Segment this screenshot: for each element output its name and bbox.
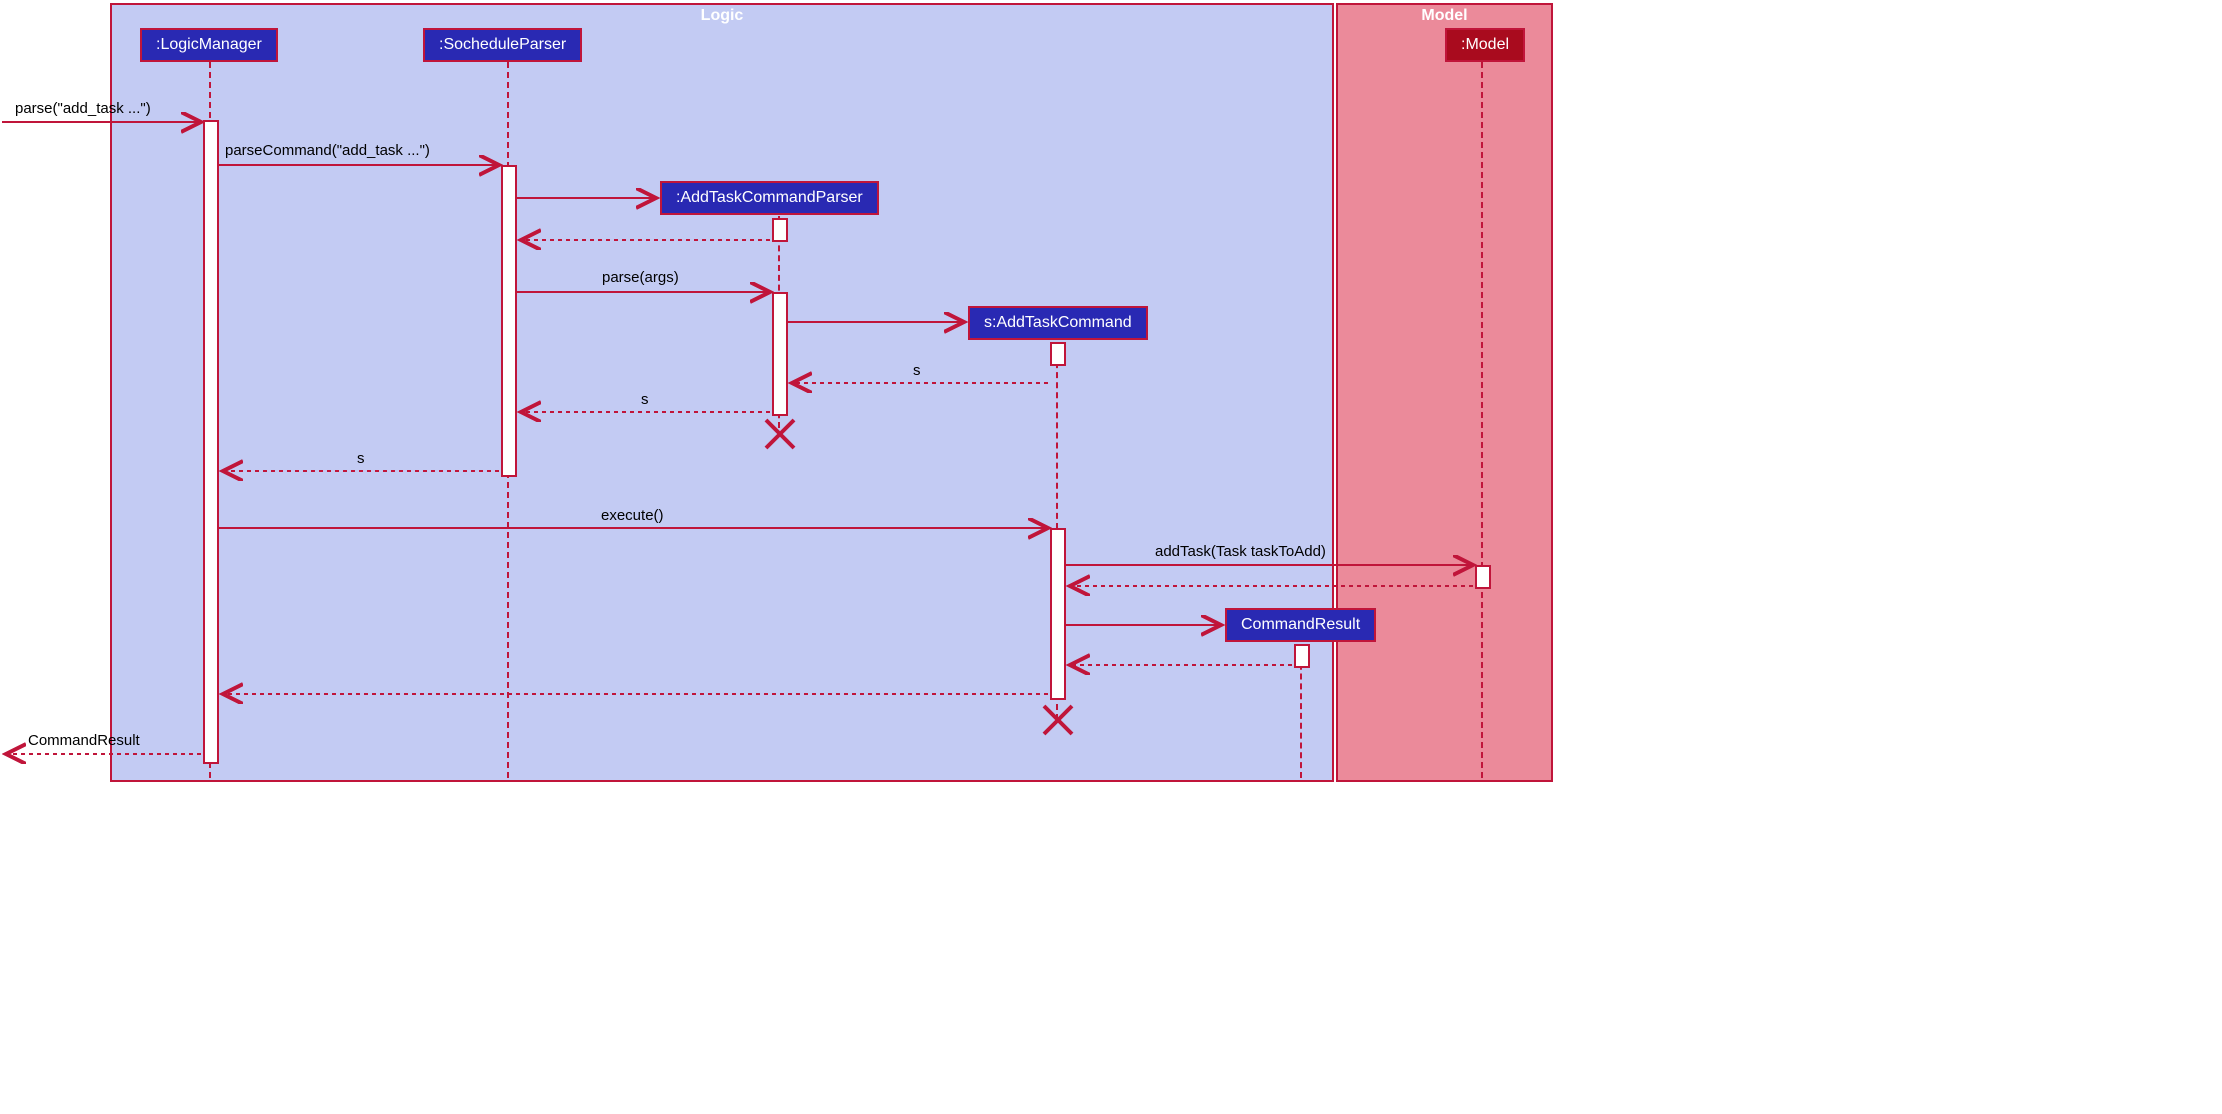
activation-add-task-command-create bbox=[1050, 342, 1066, 366]
msg-return-s1: s bbox=[913, 362, 921, 379]
frame-logic: Logic bbox=[110, 3, 1334, 782]
participant-logic-manager: :LogicManager bbox=[140, 28, 278, 62]
participant-sochedule-parser: :SocheduleParser bbox=[423, 28, 582, 62]
participant-model: :Model bbox=[1445, 28, 1525, 62]
activation-add-task-parser-parse bbox=[772, 292, 788, 416]
frame-model: Model bbox=[1336, 3, 1553, 782]
activation-add-task-command-execute bbox=[1050, 528, 1066, 700]
msg-add-task: addTask(Task taskToAdd) bbox=[1155, 543, 1326, 560]
msg-parse-command: parseCommand("add_task ...") bbox=[225, 142, 430, 159]
lifeline-model bbox=[1481, 62, 1483, 778]
frame-model-label: Model bbox=[1421, 5, 1467, 25]
frame-logic-label: Logic bbox=[701, 5, 744, 25]
activation-add-task-parser-create bbox=[772, 218, 788, 242]
msg-execute: execute() bbox=[601, 507, 664, 524]
activation-command-result bbox=[1294, 644, 1310, 668]
msg-parse-args: parse(args) bbox=[602, 269, 679, 286]
participant-add-task-command-parser: :AddTaskCommandParser bbox=[660, 181, 879, 215]
activation-logic-manager bbox=[203, 120, 219, 764]
activation-model bbox=[1475, 565, 1491, 589]
msg-return-s2: s bbox=[641, 391, 649, 408]
activation-sochedule-parser bbox=[501, 165, 517, 477]
participant-add-task-command: s:AddTaskCommand bbox=[968, 306, 1148, 340]
msg-return-s3: s bbox=[357, 450, 365, 467]
msg-parse-entry: parse("add_task ...") bbox=[15, 100, 151, 117]
msg-command-result-return: CommandResult bbox=[28, 732, 140, 749]
participant-command-result: CommandResult bbox=[1225, 608, 1376, 642]
